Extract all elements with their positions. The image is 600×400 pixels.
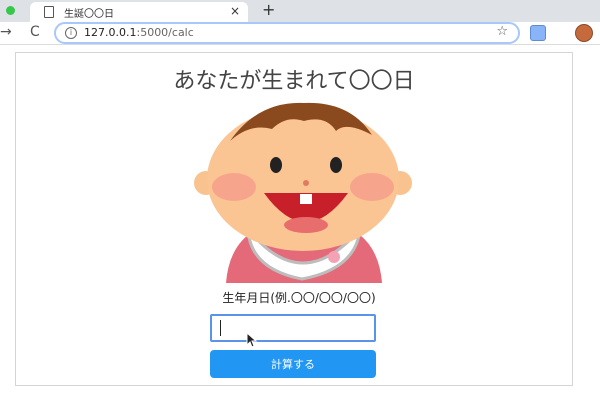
- url-path: :5000/calc: [136, 26, 194, 39]
- calculate-button[interactable]: 計算する: [210, 350, 376, 378]
- right-eye: [330, 157, 342, 173]
- dob-label: 生年月日(例.〇〇/〇〇/〇〇): [222, 291, 376, 305]
- left-cheek: [212, 173, 256, 201]
- left-eye: [270, 157, 282, 173]
- reload-icon[interactable]: C: [30, 23, 40, 41]
- page-card: あなたが生まれて〇〇日 生年月日(例.〇〇/〇〇/〇〇) 計算する: [15, 52, 573, 386]
- baby-illustration: [194, 102, 412, 283]
- url-text[interactable]: 127.0.0.1:5000/calc: [84, 26, 194, 39]
- dob-input[interactable]: [210, 314, 376, 342]
- forward-arrow-icon[interactable]: →: [0, 23, 12, 41]
- extension-icon[interactable]: [530, 25, 546, 41]
- text-caret: [220, 320, 221, 336]
- tongue: [284, 217, 328, 233]
- browser-tab[interactable]: 生誕〇〇日 ×: [30, 2, 248, 22]
- tab-close-icon[interactable]: ×: [230, 4, 240, 18]
- url-host: 127.0.0.1: [84, 26, 137, 39]
- profile-avatar-icon[interactable]: [575, 24, 593, 42]
- star-icon[interactable]: ☆: [496, 24, 508, 39]
- tooth: [300, 194, 312, 204]
- page-title: あなたが生まれて〇〇日: [173, 69, 415, 94]
- nose: [303, 180, 309, 186]
- tab-title: 生誕〇〇日: [64, 9, 114, 20]
- browser-toolbar: → C i 127.0.0.1:5000/calc ☆: [0, 22, 600, 45]
- info-icon[interactable]: i: [65, 27, 77, 39]
- new-tab-button[interactable]: +: [262, 1, 275, 19]
- address-bar[interactable]: i 127.0.0.1:5000/calc ☆: [54, 22, 520, 44]
- bib-flower: [328, 251, 340, 263]
- right-cheek: [350, 173, 394, 201]
- mouse-cursor-icon: [246, 332, 258, 348]
- document-icon: [44, 6, 54, 18]
- browser-tabbar: 生誕〇〇日 × +: [0, 0, 600, 22]
- window-traffic-light[interactable]: [6, 6, 15, 15]
